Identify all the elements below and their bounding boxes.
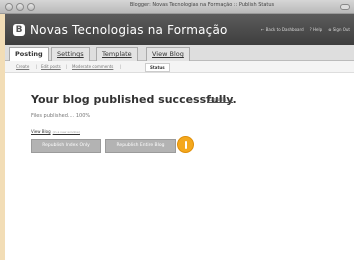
subtab-status[interactable]: Status	[145, 63, 170, 72]
blog-header: B Novas Tecnologias na Formação ← Back t…	[5, 14, 354, 45]
view-blog-label[interactable]: View Blog	[31, 129, 51, 134]
subtab-separator: |	[66, 64, 68, 69]
tab-view-blog[interactable]: View Blog	[146, 47, 190, 61]
callout-marker-icon	[177, 136, 194, 153]
main-content: Your blog published successfully. (Detai…	[5, 73, 354, 260]
subtab-moderate-comments[interactable]: Moderate comments	[72, 64, 113, 69]
window-titlebar: Blogger: Novas Tecnologias na Formação :…	[0, 0, 354, 14]
back-to-dashboard-link[interactable]: ← Back to Dashboard	[261, 27, 304, 32]
subtab-edit-posts[interactable]: Edit posts	[41, 64, 61, 69]
tab-settings[interactable]: Settings	[51, 47, 90, 61]
traffic-lights	[5, 3, 35, 11]
blogger-logo-icon: B	[13, 24, 25, 36]
minimize-window-button[interactable]	[16, 3, 24, 11]
view-blog-hint: (in a new window)	[52, 130, 80, 134]
view-blog-link[interactable]: View Blog (in a new window)	[31, 129, 80, 134]
tab-template[interactable]: Template	[96, 47, 138, 61]
details-link[interactable]: (Details...)	[207, 97, 233, 103]
republish-entire-blog-button[interactable]: Republish Entire Blog	[105, 139, 176, 153]
blog-title: Novas Tecnologias na Formação	[30, 23, 228, 37]
publish-success-heading: Your blog published successfully.	[31, 93, 237, 106]
window-title: Blogger: Novas Tecnologias na Formação :…	[129, 2, 275, 8]
subtab-separator: |	[36, 64, 38, 69]
posting-subtabs: Create | Edit posts | Moderate comments …	[5, 61, 354, 73]
files-published-status: Files published.... 100%	[31, 113, 91, 119]
browser-window: Blogger: Novas Tecnologias na Formação :…	[0, 0, 354, 260]
header-links: ← Back to Dashboard ? Help ⊗ Sign Out	[261, 27, 350, 32]
tab-posting[interactable]: Posting	[9, 47, 49, 62]
blogger-logo-letter: B	[15, 24, 23, 35]
subtab-separator: |	[120, 64, 122, 69]
main-tabs: Posting Settings Template View Blog	[5, 45, 354, 62]
zoom-window-button[interactable]	[27, 3, 35, 11]
subtab-create[interactable]: Create	[16, 64, 29, 69]
sign-out-link[interactable]: ⊗ Sign Out	[328, 27, 350, 32]
close-window-button[interactable]	[5, 3, 13, 11]
toolbar-toggle-button[interactable]	[340, 4, 350, 10]
help-link[interactable]: ? Help	[310, 27, 323, 32]
exclamation-icon	[184, 140, 187, 149]
republish-index-only-button[interactable]: Republish Index Only	[31, 139, 101, 153]
